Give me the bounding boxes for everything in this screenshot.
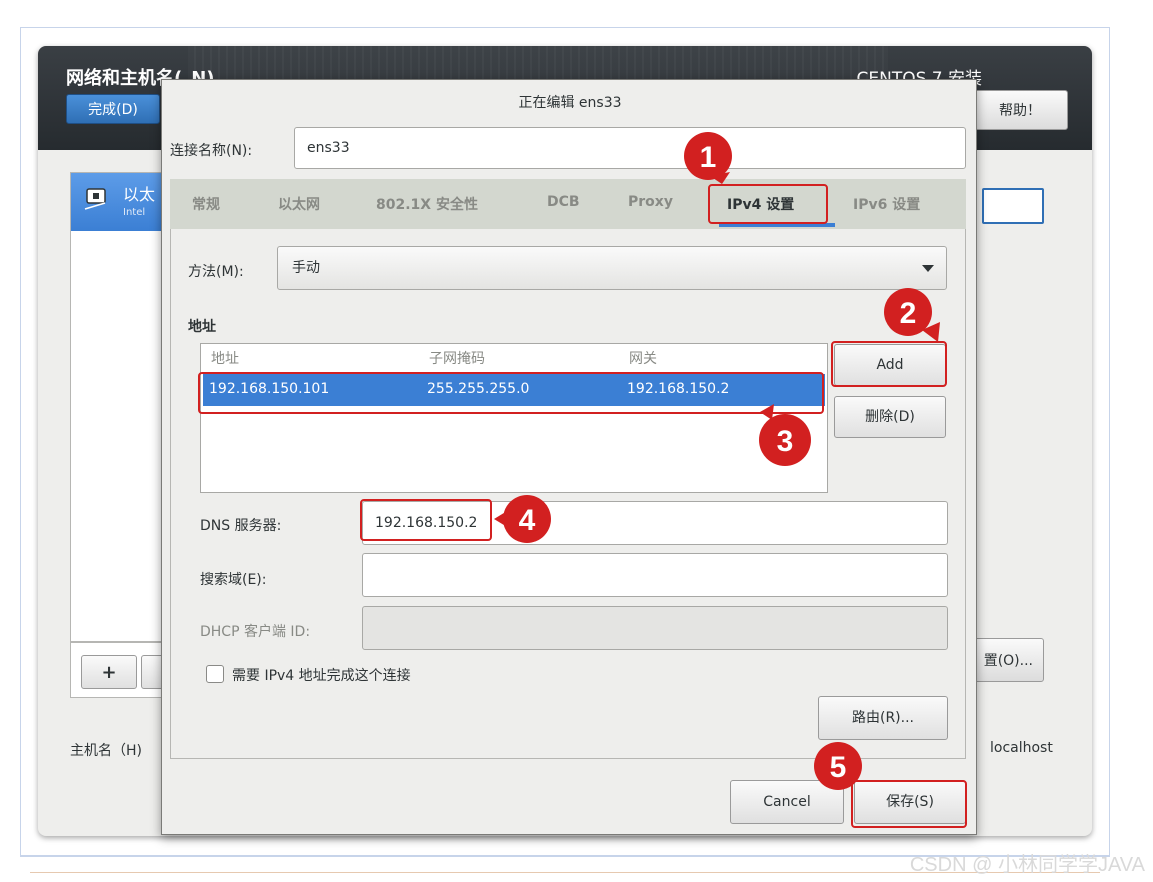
svg-text:2: 2 [900,297,917,330]
annotation-badge-2: 2 [884,288,940,342]
watermark: CSDN @ 小林同学学JAVA [909,854,1145,876]
annotation-badge-1: 1 [684,132,732,184]
svg-text:3: 3 [777,425,794,458]
annotation-badge-3: 3 [759,404,811,466]
annotation-badge-4: 4 [494,495,551,543]
annotation-badge-5: 5 [814,742,862,790]
svg-text:1: 1 [700,141,717,174]
svg-text:4: 4 [519,504,536,537]
annotation-layer: 1 2 3 4 5 [494,132,940,790]
svg-text:5: 5 [830,751,847,784]
